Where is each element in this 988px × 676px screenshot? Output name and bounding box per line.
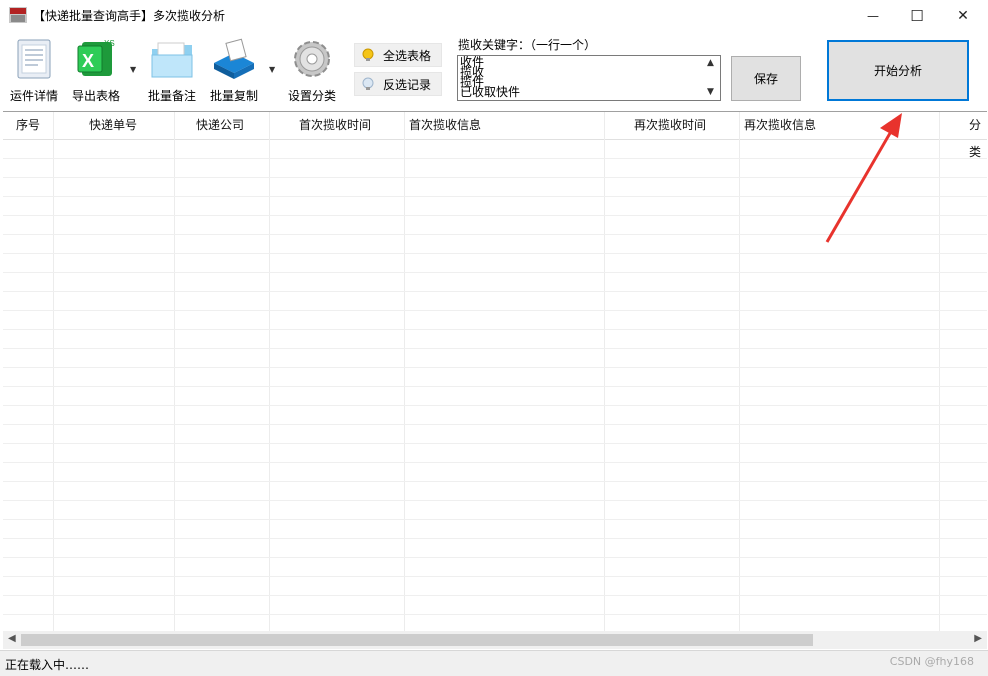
row-line [3, 253, 987, 254]
scroll-thumb[interactable] [21, 634, 813, 646]
title-bar: 【快递批量查询高手】多次揽收分析 — ☐ ✕ [0, 0, 988, 31]
invert-selection-button[interactable]: 反选记录 [354, 72, 442, 96]
keyword-label: 揽收关键字：（一行一个） [458, 38, 597, 52]
row-line [3, 557, 987, 558]
column-header[interactable]: 首次揽收信息 [409, 112, 481, 139]
status-text: 正在载入中…… [5, 658, 90, 672]
column-header[interactable]: 首次揽收时间 [299, 112, 371, 139]
batch-copy-label: 批量复制 [209, 89, 258, 103]
copy-dropdown-icon[interactable]: ▼ [269, 65, 275, 74]
row-line [3, 595, 987, 596]
shipment-details-label: 运件详情 [9, 89, 58, 103]
table-header: 序号 快递单号 快递公司 首次揽收时间 首次揽收信息 再次揽收时间 再次揽收信息… [3, 112, 987, 159]
row-line [3, 614, 987, 615]
column-divider [604, 112, 605, 632]
row-line [3, 443, 987, 444]
column-divider [174, 112, 175, 632]
export-table-label: 导出表格 [71, 89, 120, 103]
row-line [3, 481, 987, 482]
row-line [3, 329, 987, 330]
scroll-right-icon[interactable]: ▶ [974, 633, 982, 644]
column-header[interactable]: 快递单号 [89, 112, 137, 139]
row-line [3, 158, 987, 159]
column-header[interactable]: 序号 [16, 112, 40, 139]
row-line [3, 519, 987, 520]
window-title: 【快递批量查询高手】多次揽收分析 [33, 9, 226, 23]
horizontal-scrollbar[interactable]: ◀ ▶ [3, 631, 987, 649]
close-button[interactable]: ✕ [940, 0, 986, 31]
app-icon [9, 7, 27, 23]
row-line [3, 196, 987, 197]
svg-text:XS: XS [104, 39, 115, 48]
maximize-icon: ☐ [910, 6, 924, 25]
invert-selection-label: 反选记录 [383, 77, 432, 92]
row-line [3, 405, 987, 406]
column-header[interactable]: 再次揽收信息 [744, 112, 816, 139]
row-line [3, 348, 987, 349]
row-line [3, 538, 987, 539]
row-line [3, 291, 987, 292]
svg-text:X: X [82, 51, 94, 71]
maximize-button[interactable]: ☐ [894, 0, 940, 31]
column-header[interactable]: 再次揽收时间 [634, 112, 706, 139]
set-category-label: 设置分类 [287, 89, 336, 103]
row-line [3, 424, 987, 425]
status-bar: 正在载入中…… CSDN @fhy168 [0, 650, 988, 676]
select-all-button[interactable]: 全选表格 [354, 43, 442, 67]
column-divider [939, 112, 940, 632]
row-line [3, 310, 987, 311]
toolbar: 运件详情 X XS 导出表格 ▼ 批量备注 批量复制 ▼ 设置分类 全选表格 反… [0, 31, 988, 111]
scroll-up-icon[interactable]: ▲ [707, 58, 714, 68]
bulb-off-icon [362, 77, 374, 90]
keyword-textarea[interactable]: 收件 揽收 揽件 已收取快件 ▲ ▼ [457, 55, 721, 101]
set-category-button[interactable]: 设置分类 [286, 37, 338, 107]
bulb-on-icon [362, 48, 374, 61]
batch-note-label: 批量备注 [147, 89, 196, 103]
gear-icon [294, 41, 330, 77]
row-line [3, 234, 987, 235]
minimize-button[interactable]: — [850, 0, 896, 31]
row-line [3, 272, 987, 273]
watermark: CSDN @fhy168 [889, 655, 974, 668]
row-line [3, 215, 987, 216]
export-table-button[interactable]: X XS 导出表格 [70, 37, 122, 107]
column-header[interactable]: 分类 [969, 112, 987, 159]
select-all-label: 全选表格 [383, 48, 432, 63]
start-analysis-button[interactable]: 开始分析 [827, 40, 969, 101]
batch-copy-button[interactable]: 批量复制 [208, 37, 260, 107]
folder-icon [151, 42, 193, 78]
column-divider [269, 112, 270, 632]
export-dropdown-icon[interactable]: ▼ [130, 65, 136, 74]
column-divider [53, 112, 54, 632]
row-line [3, 386, 987, 387]
keyword-line: 已收取快件 [460, 85, 521, 99]
batch-note-button[interactable]: 批量备注 [146, 37, 198, 107]
row-line [3, 367, 987, 368]
save-button[interactable]: 保存 [731, 56, 801, 101]
row-line [3, 500, 987, 501]
column-divider [404, 112, 405, 632]
keyword-scrollbar[interactable]: ▲ ▼ [704, 56, 720, 100]
column-header[interactable]: 快递公司 [196, 112, 244, 139]
minimize-icon: — [867, 8, 879, 23]
excel-icon: X XS [77, 39, 115, 76]
document-icon [17, 39, 51, 79]
shipment-details-button[interactable]: 运件详情 [8, 37, 60, 107]
results-table[interactable]: 序号 快递单号 快递公司 首次揽收时间 首次揽收信息 再次揽收时间 再次揽收信息… [3, 111, 987, 632]
close-icon: ✕ [957, 7, 969, 24]
row-line [3, 576, 987, 577]
scroll-down-icon[interactable]: ▼ [707, 87, 714, 97]
copy-icon [214, 38, 254, 79]
row-line [3, 177, 987, 178]
scroll-left-icon[interactable]: ◀ [8, 633, 16, 644]
row-line [3, 462, 987, 463]
keyword-lines: 收件 揽收 揽件 已收取快件 [460, 56, 521, 99]
column-divider [739, 112, 740, 632]
